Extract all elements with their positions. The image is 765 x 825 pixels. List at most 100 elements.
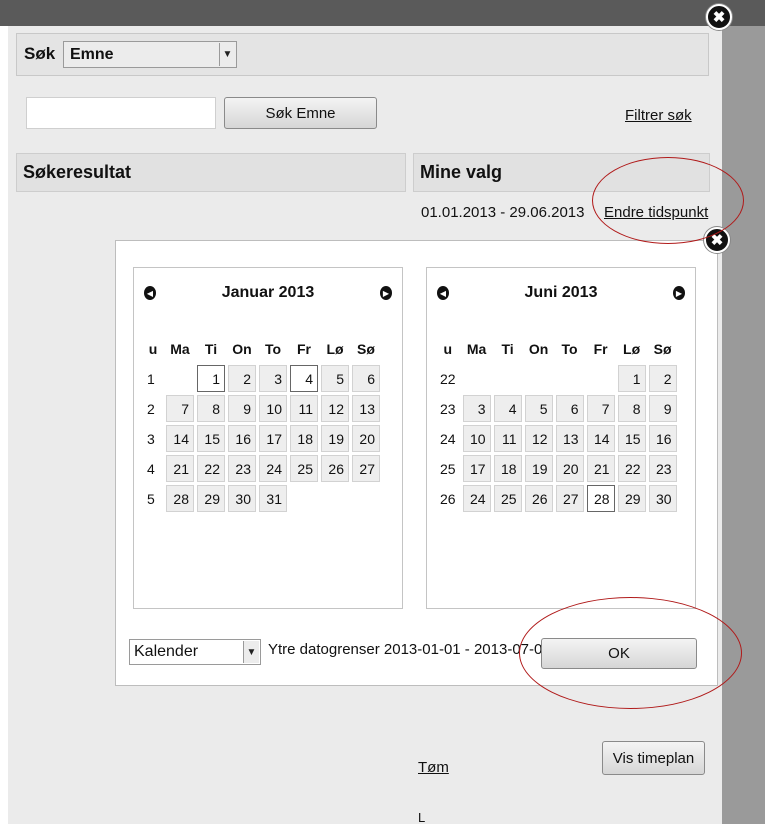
next-month-icon[interactable]: ▶ [673, 286, 685, 300]
week-number: 2 [147, 400, 155, 417]
calendar-day[interactable]: 29 [197, 485, 225, 512]
week-row: 26 24 25 26 27 28 29 30 [436, 485, 677, 512]
calendar-day[interactable]: 21 [166, 455, 194, 482]
calendar-day[interactable]: 2 [228, 365, 256, 392]
calendar-day[interactable]: 22 [617, 455, 646, 482]
calendar-day[interactable]: 8 [197, 395, 225, 422]
calendar-day[interactable]: 18 [290, 425, 318, 452]
calendar-mode-select[interactable]: Kalender ▼ [129, 639, 261, 665]
calendar-day[interactable]: 1 [617, 365, 646, 392]
calendar-day[interactable]: 18 [493, 455, 522, 482]
calendar-day[interactable]: 3 [462, 395, 491, 422]
calendar-day[interactable]: 17 [259, 425, 287, 452]
calendar-day[interactable]: 25 [493, 485, 522, 512]
calendar-day[interactable]: 27 [555, 485, 584, 512]
calendar-day[interactable]: 11 [493, 425, 522, 452]
show-schedule-button[interactable]: Vis timeplan [602, 741, 705, 775]
calendar-day[interactable]: 7 [166, 395, 194, 422]
calendar-day[interactable]: 28 [586, 485, 615, 512]
week-number: 22 [440, 370, 456, 387]
calendar-day[interactable]: 25 [290, 455, 318, 482]
calendar-day[interactable]: 31 [259, 485, 287, 512]
weekday-header: u [148, 341, 158, 357]
week-number: 25 [440, 460, 456, 477]
clear-link[interactable]: Tøm [418, 759, 449, 776]
week-number: 24 [440, 430, 456, 447]
search-input[interactable] [26, 97, 216, 129]
week-number: 26 [440, 490, 456, 507]
calendar-day[interactable]: 14 [586, 425, 615, 452]
calendar-day[interactable]: 4 [290, 365, 318, 392]
calendar-day[interactable]: 11 [290, 395, 318, 422]
calendar-day[interactable]: 12 [524, 425, 553, 452]
calendar-day[interactable]: 20 [555, 455, 584, 482]
calendar-day[interactable]: 22 [197, 455, 225, 482]
change-time-link[interactable]: Endre tidspunkt [604, 204, 708, 221]
close-icon[interactable]: ✖ [706, 4, 732, 30]
weekday-header: To [561, 341, 578, 357]
ok-button[interactable]: OK [541, 638, 697, 669]
search-button[interactable]: Søk Emne [224, 97, 377, 129]
calendar-day[interactable]: 20 [352, 425, 380, 452]
calendar-day[interactable]: 14 [166, 425, 194, 452]
date-picker-close-icon[interactable]: ✖ [704, 227, 730, 253]
calendar-day[interactable]: 30 [228, 485, 256, 512]
week-row: 2 7 8 9 10 11 12 13 [143, 395, 380, 422]
week-row: 5 28 29 30 31 [143, 485, 380, 512]
calendar-day[interactable]: 1 [197, 365, 225, 392]
empty-cell [587, 365, 615, 392]
calendar-day[interactable]: 29 [617, 485, 646, 512]
calendar-day[interactable]: 26 [321, 455, 349, 482]
calendar-day[interactable]: 6 [555, 395, 584, 422]
calendar-day[interactable]: 5 [321, 365, 349, 392]
calendar-day[interactable]: 13 [352, 395, 380, 422]
calendar-day[interactable]: 16 [648, 425, 677, 452]
calendar-day[interactable]: 23 [648, 455, 677, 482]
calendar-day[interactable]: 28 [166, 485, 194, 512]
calendar-day[interactable]: 12 [321, 395, 349, 422]
search-type-select[interactable]: Emne ▼ [63, 41, 237, 68]
calendar-day[interactable]: 13 [555, 425, 584, 452]
calendar-day[interactable]: 19 [321, 425, 349, 452]
calendar-day[interactable]: 10 [259, 395, 287, 422]
empty-cell [166, 365, 194, 392]
calendar-day[interactable]: 24 [462, 485, 491, 512]
calendar-day[interactable]: 15 [197, 425, 225, 452]
empty-cell [290, 485, 318, 512]
calendar-header: ◀ Januar 2013 ▶ [134, 268, 402, 320]
calendar-day[interactable]: 6 [352, 365, 380, 392]
weekday-header: Ti [501, 341, 514, 357]
calendar-day[interactable]: 4 [493, 395, 522, 422]
week-number: 5 [147, 490, 155, 507]
weekday-header: Ma [466, 341, 487, 357]
calendar-day[interactable]: 17 [462, 455, 491, 482]
empty-cell [463, 365, 491, 392]
calendar-day[interactable]: 9 [228, 395, 256, 422]
results-header: Søkeresultat [16, 153, 406, 192]
calendar-day[interactable]: 7 [586, 395, 615, 422]
filter-search-link[interactable]: Filtrer søk [625, 107, 692, 124]
calendar-day[interactable]: 15 [617, 425, 646, 452]
calendar-day[interactable]: 2 [648, 365, 677, 392]
calendar-day[interactable]: 8 [617, 395, 646, 422]
calendar-day[interactable]: 24 [259, 455, 287, 482]
calendar-day[interactable]: 10 [462, 425, 491, 452]
week-row: 1123456 [143, 365, 380, 392]
calendar-day[interactable]: 3 [259, 365, 287, 392]
calendar-day[interactable]: 27 [352, 455, 380, 482]
calendar-day[interactable]: 30 [648, 485, 677, 512]
weekday-header: Lø [326, 341, 344, 357]
week-number: 1 [147, 370, 155, 387]
calendar-day[interactable]: 21 [586, 455, 615, 482]
calendar-day[interactable]: 16 [228, 425, 256, 452]
calendar-day[interactable]: 5 [524, 395, 553, 422]
next-month-icon[interactable]: ▶ [380, 286, 392, 300]
week-row: 4 21 22 23 24 25 26 27 [143, 455, 380, 482]
calendar-day[interactable]: 19 [524, 455, 553, 482]
calendar-grid: u Ma Ti On To Fr Lø Sø 22 1 2 23 3 4 5 6 7 8 9 24 10 11 12 13 14… [433, 333, 680, 515]
search-type-value: Emne [70, 45, 114, 63]
calendar-day[interactable]: 23 [228, 455, 256, 482]
calendar-day[interactable]: 26 [524, 485, 553, 512]
weekday-header-row: u Ma Ti On To Fr Lø Sø [143, 336, 380, 362]
calendar-day[interactable]: 9 [648, 395, 677, 422]
